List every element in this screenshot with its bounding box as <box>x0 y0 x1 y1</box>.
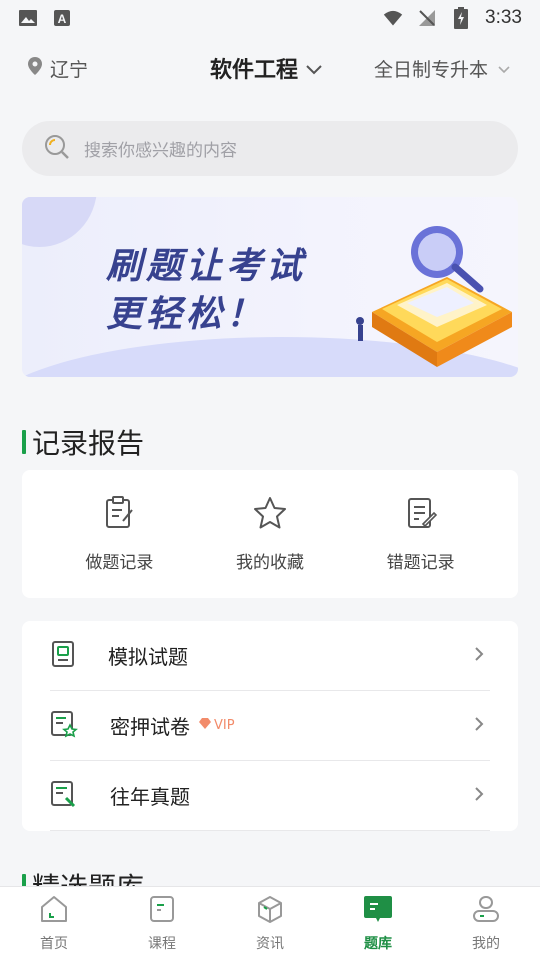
location-selector[interactable]: 辽宁 <box>28 55 88 82</box>
location-pin-icon <box>28 56 42 80</box>
nav-news[interactable]: 资讯 <box>225 895 315 953</box>
image-notification-icon <box>18 8 38 28</box>
location-label: 辽宁 <box>50 58 89 81</box>
favorites-label: 我的收藏 <box>235 552 304 573</box>
clock: 3:33 <box>485 7 522 28</box>
list-item-label: 往年真题 <box>110 785 190 809</box>
nav-profile[interactable]: 我的 <box>441 895 531 953</box>
svg-text:A: A <box>58 12 67 26</box>
question-bank-icon <box>362 895 394 927</box>
clipboard-icon <box>102 495 136 534</box>
chevron-right-icon <box>474 646 484 666</box>
nav-label: 课程 <box>148 935 176 952</box>
wrong-answers-button[interactable]: 错题记录 <box>351 496 491 573</box>
vip-badge: VIP <box>198 717 235 734</box>
mock-exam-icon <box>50 640 76 672</box>
list-item-label: 密押试卷 <box>110 715 190 739</box>
chevron-right-icon <box>474 716 484 736</box>
chevron-right-icon <box>474 786 484 806</box>
favorites-button[interactable]: 我的收藏 <box>200 496 340 573</box>
paper-star-icon <box>50 710 78 742</box>
news-icon <box>256 895 284 927</box>
diamond-icon <box>198 717 212 734</box>
search-icon <box>44 134 70 164</box>
magnifier-book-illustration <box>356 226 512 367</box>
star-icon <box>252 496 288 534</box>
list-item-label: 模拟试题 <box>108 645 188 669</box>
records-card: 做题记录 我的收藏 错题记录 <box>22 470 518 598</box>
practice-record-button[interactable]: 做题记录 <box>49 495 189 573</box>
past-paper-icon <box>50 780 78 812</box>
battery-charging-icon <box>451 7 471 29</box>
no-signal-icon <box>417 8 437 28</box>
list-item-past-papers[interactable]: 往年真题 <box>50 761 490 831</box>
edit-note-icon <box>404 496 438 534</box>
nav-course[interactable]: 课程 <box>117 895 207 953</box>
nav-label: 首页 <box>40 935 68 952</box>
chevron-down-icon <box>498 57 510 79</box>
nav-label: 我的 <box>472 935 500 952</box>
list-item-secret-paper[interactable]: 密押试卷 VIP <box>50 691 490 761</box>
practice-record-label: 做题记录 <box>85 552 154 573</box>
status-right: 3:33 <box>383 7 522 29</box>
wifi-icon <box>383 8 403 28</box>
banner-headline-1: 刷题让考试 <box>106 246 307 287</box>
level-label: 全日制专升本 <box>373 58 488 81</box>
subject-label: 软件工程 <box>210 58 299 83</box>
banner-headline-2: 更轻松！ <box>106 294 267 335</box>
wrong-answers-label: 错题记录 <box>386 552 455 573</box>
banner-decoration <box>22 197 97 247</box>
nav-question-bank[interactable]: 题库 <box>333 895 423 953</box>
top-header: 辽宁 软件工程 全日制专升本 <box>0 44 540 92</box>
text-notification-icon: A <box>52 8 72 28</box>
level-selector[interactable]: 全日制专升本 <box>374 55 510 82</box>
profile-icon <box>471 895 501 927</box>
vip-label: VIP <box>214 718 235 733</box>
search-placeholder: 搜索你感兴趣的内容 <box>84 141 237 161</box>
list-item-mock-exam[interactable]: 模拟试题 <box>50 621 490 691</box>
course-icon <box>149 895 175 927</box>
section-title-text: 记录报告 <box>32 427 145 460</box>
chevron-down-icon <box>306 56 322 81</box>
nav-home[interactable]: 首页 <box>9 895 99 953</box>
search-bar[interactable]: 搜索你感兴趣的内容 <box>22 121 518 176</box>
section-accent-bar <box>22 430 26 454</box>
promo-banner[interactable]: 刷题让考试 更轻松！ <box>22 197 518 377</box>
status-bar: A 3:33 <box>0 0 540 36</box>
nav-label: 资讯 <box>256 935 284 952</box>
subject-selector[interactable]: 软件工程 <box>210 52 322 84</box>
exam-list-card: 模拟试题 密押试卷 VIP 往年真题 <box>22 621 518 831</box>
nav-label: 题库 <box>364 935 392 952</box>
home-icon <box>39 895 69 927</box>
bottom-navigation: 首页 课程 资讯 题库 我的 <box>0 886 540 960</box>
status-left: A <box>18 8 72 28</box>
records-section-title: 记录报告 <box>22 422 144 462</box>
